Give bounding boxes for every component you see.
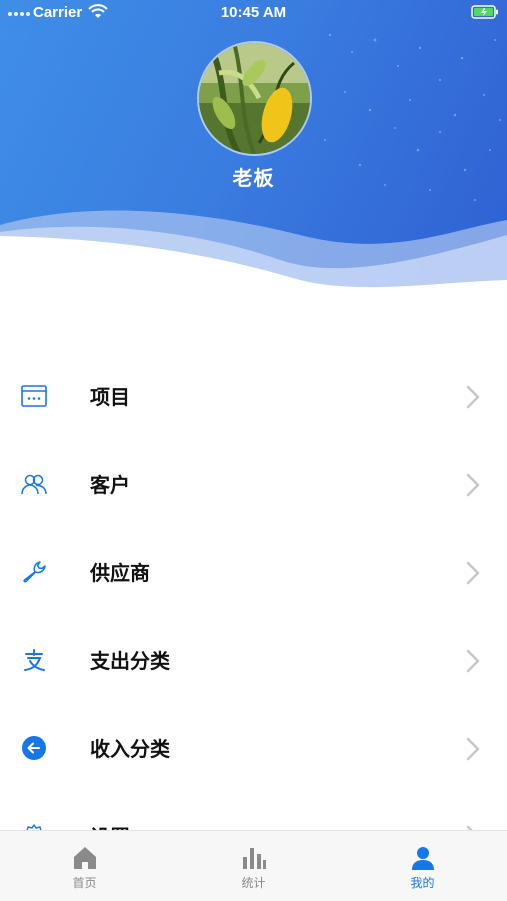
menu-item-income-category[interactable]: 收入分类 bbox=[0, 705, 507, 793]
tab-home[interactable]: 首页 bbox=[0, 831, 169, 901]
tab-label-home: 首页 bbox=[72, 876, 97, 890]
status-time: 10:45 AM bbox=[220, 4, 287, 21]
menu-label-income-category: 收入分类 bbox=[90, 737, 170, 761]
menu-label-project: 项目 bbox=[90, 385, 130, 409]
menu-label-suppliers: 供应商 bbox=[90, 561, 150, 585]
tab-mine[interactable]: 我的 bbox=[338, 831, 507, 901]
menu-item-customers[interactable]: 客户 bbox=[0, 441, 507, 529]
person-icon bbox=[411, 847, 434, 870]
tab-label-statistics: 统计 bbox=[241, 876, 266, 890]
battery-charging-icon bbox=[471, 5, 499, 23]
menu-item-project[interactable]: 项目 bbox=[0, 353, 507, 441]
wrench-icon bbox=[23, 561, 46, 583]
avatar[interactable] bbox=[197, 41, 312, 156]
profile-header: Carrier 10:45 AM 老板 bbox=[0, 0, 507, 300]
chevron-right-icon bbox=[466, 385, 480, 409]
status-bar: Carrier 10:45 AM bbox=[0, 0, 507, 26]
chevron-right-icon bbox=[466, 561, 480, 585]
tab-label-mine: 我的 bbox=[410, 876, 435, 890]
menu-label-expense-category: 支出分类 bbox=[90, 649, 170, 673]
bar-chart-icon bbox=[242, 848, 266, 869]
tab-statistics[interactable]: 统计 bbox=[169, 831, 338, 901]
chevron-right-icon bbox=[466, 737, 480, 761]
menu-label-customers: 客户 bbox=[90, 473, 130, 497]
project-window-icon bbox=[21, 385, 47, 407]
menu-list: 项目 客户 供应商 支出分类 收入分类 bbox=[0, 353, 507, 881]
tab-bar: 首页 统计 我的 bbox=[0, 830, 507, 901]
chevron-right-icon bbox=[466, 649, 480, 673]
avatar-photo bbox=[199, 43, 310, 154]
menu-item-suppliers[interactable]: 供应商 bbox=[0, 529, 507, 617]
home-icon bbox=[73, 847, 96, 869]
menu-item-expense-category[interactable]: 支出分类 bbox=[0, 617, 507, 705]
expense-category-icon bbox=[24, 649, 45, 671]
income-category-icon bbox=[22, 736, 46, 760]
chevron-right-icon bbox=[466, 473, 480, 497]
customers-icon bbox=[21, 474, 47, 495]
header-wave bbox=[0, 210, 507, 300]
